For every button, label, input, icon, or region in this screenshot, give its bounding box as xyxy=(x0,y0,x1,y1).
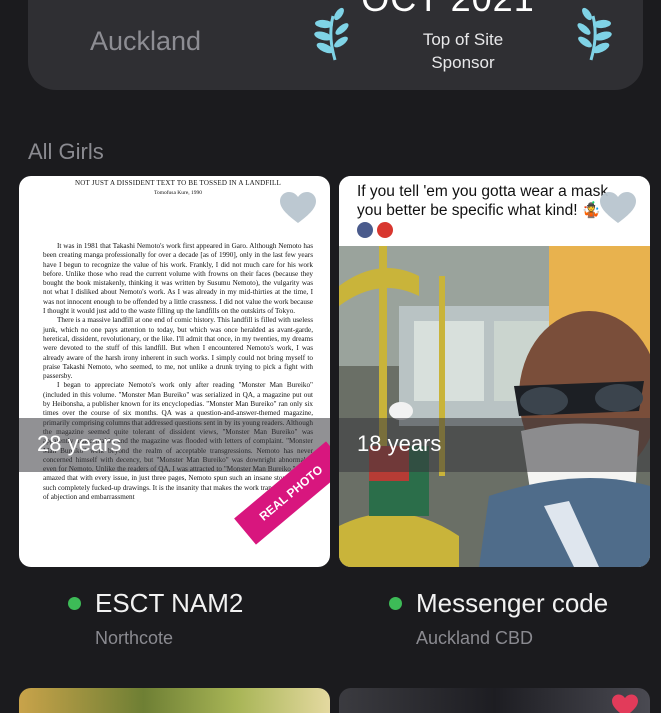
profile-name: Messenger code xyxy=(416,588,609,618)
heart-icon[interactable] xyxy=(280,192,316,224)
post-text: If you tell 'em you gotta wear a mask yo… xyxy=(357,183,609,219)
heart-icon[interactable] xyxy=(612,694,638,713)
emoji-figure-icon xyxy=(357,222,373,238)
laurel-left-icon xyxy=(314,7,349,61)
doc-paragraph: It was in 1981 that Takashi Nemoto's wor… xyxy=(43,242,313,316)
online-dot-icon xyxy=(389,597,402,610)
badge-line-2: Sponsor xyxy=(431,53,495,72)
profile-location: Northcote xyxy=(95,628,174,648)
profile-card-esct-nam2[interactable]: NOT JUST A DISSIDENT TEXT TO BE TOSSED I… xyxy=(19,176,330,567)
profile-card-messenger-code[interactable]: If you tell 'em you gotta wear a mask yo… xyxy=(339,176,650,567)
badge-text: Top of Site Sponsor xyxy=(388,28,538,74)
emoji-mask-icon xyxy=(377,222,393,238)
profile-card-next-left[interactable] xyxy=(19,688,330,713)
profile-name-row[interactable]: Messenger code xyxy=(389,588,608,619)
age-band: 18 years xyxy=(339,418,650,472)
sponsor-card[interactable]: Auckland OCT 2021 Top of Site Sponsor xyxy=(28,0,643,90)
profile-card-next-right[interactable] xyxy=(339,688,650,713)
age-label: 18 years xyxy=(357,431,442,456)
age-band: 28 years xyxy=(19,418,330,472)
laurel-right-icon xyxy=(577,7,612,61)
profile-name: ESCT NAM2 xyxy=(95,588,244,618)
emoji-row xyxy=(357,222,393,238)
profile-name-row[interactable]: ESCT NAM2 xyxy=(68,588,243,619)
profile-location: Auckland CBD xyxy=(416,628,534,648)
badge-line-1: Top of Site xyxy=(422,30,504,49)
doc-title: NOT JUST A DISSIDENT TEXT TO BE TOSSED I… xyxy=(74,179,282,187)
doc-author: Tomofusa Kure, 1990 xyxy=(153,190,203,196)
doc-paragraph: There is a massive landfill at one end o… xyxy=(43,316,313,381)
age-label: 28 years xyxy=(37,431,122,456)
section-title: All Girls xyxy=(28,139,104,164)
online-dot-icon xyxy=(68,597,81,610)
badge-year: OCT 2021 xyxy=(358,0,538,20)
sponsor-city: Auckland xyxy=(90,26,202,56)
profile-photo-bus-selfie xyxy=(339,246,650,567)
heart-icon[interactable] xyxy=(600,192,636,224)
